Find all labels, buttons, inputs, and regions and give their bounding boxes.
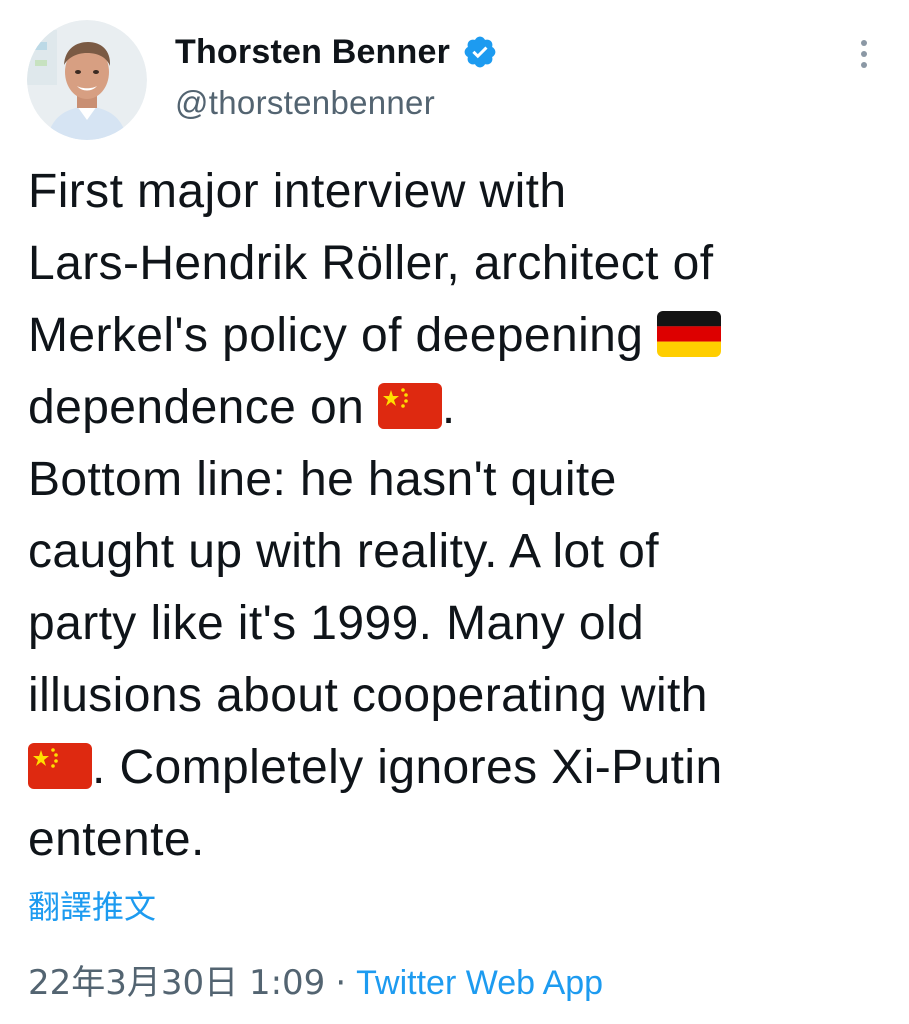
author-handle[interactable]: @thorstenbenner <box>175 84 498 122</box>
tweet-text: First major interview with Lars-Hendrik … <box>28 156 888 876</box>
tweet-line-text: . Completely ignores Xi-Putin <box>92 741 723 794</box>
tweet-period: . <box>441 381 456 434</box>
china-flag-icon <box>377 383 442 430</box>
tweet-timestamp[interactable]: 22年3月30日 1:09 <box>28 963 325 1003</box>
tweet-line: caught up with reality. A lot of <box>28 525 659 578</box>
china-flag-icon <box>28 743 92 790</box>
author-names: Thorsten Benner @thorstenbenner <box>175 28 498 122</box>
tweet-line: party like it's 1999. Many old <box>28 597 645 650</box>
tweet-line: Merkel's policy of deepening <box>28 300 888 372</box>
translate-tweet-link[interactable]: 翻譯推文 <box>28 882 156 928</box>
tweet-line: . Completely ignores Xi-Putin <box>28 732 888 804</box>
tweet-line: First major interview with <box>28 165 567 218</box>
tweet-line: entente. <box>28 813 205 866</box>
tweet-line-text: Merkel's policy of deepening <box>28 309 658 362</box>
tweet-line: Bottom line: he hasn't quite <box>28 453 617 506</box>
tweet-meta: 22年3月30日 1:09 · Twitter Web App <box>28 955 603 1004</box>
tweet-header: Thorsten Benner @thorstenbenner <box>0 0 909 150</box>
avatar[interactable] <box>27 20 147 140</box>
tweet-line: Lars-Hendrik Röller, architect of <box>28 237 714 290</box>
verified-badge-icon <box>462 34 498 70</box>
display-name-row: Thorsten Benner <box>175 28 498 76</box>
avatar-image <box>27 20 147 140</box>
tweet-line-text: dependence on <box>28 381 378 434</box>
meta-separator: · <box>335 963 347 1003</box>
tweet-source-link[interactable]: Twitter Web App <box>356 964 603 1002</box>
more-options-icon[interactable] <box>857 40 871 70</box>
tweet-line: illusions about cooperating with <box>28 669 708 722</box>
tweet-line: dependence on . <box>28 372 888 444</box>
display-name[interactable]: Thorsten Benner <box>175 33 450 72</box>
germany-flag-icon <box>657 311 722 358</box>
